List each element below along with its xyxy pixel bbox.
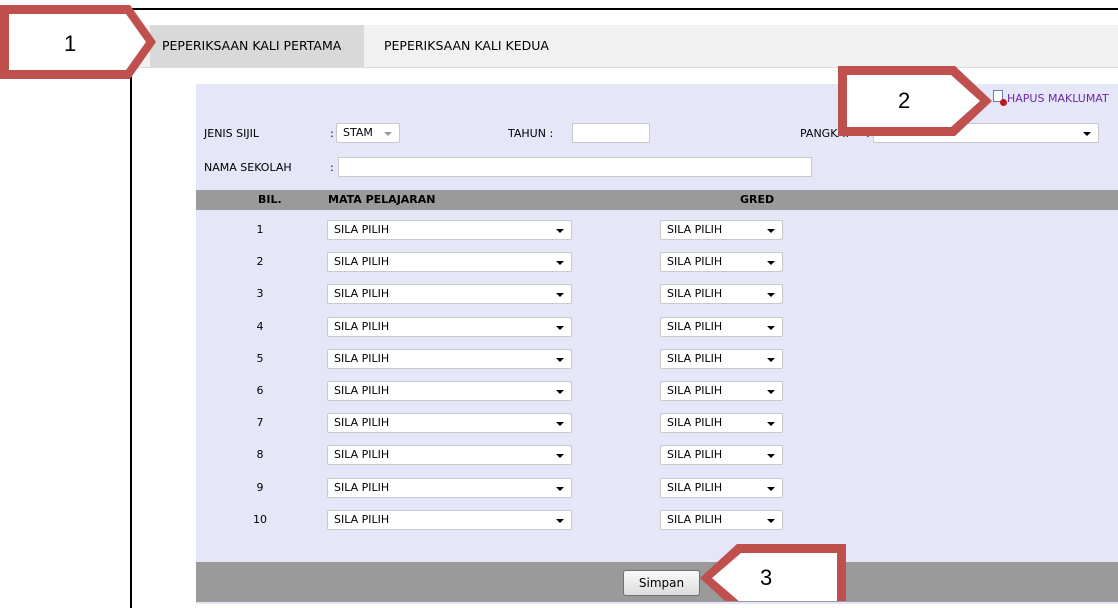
callout-layer <box>0 5 992 601</box>
callout-2 <box>838 66 992 136</box>
callout-number-2: 2 <box>898 88 911 113</box>
callout-1 <box>0 5 156 79</box>
callout-3 <box>700 544 846 601</box>
callout-number-1: 1 <box>64 31 77 56</box>
callout-number-3: 3 <box>760 565 773 590</box>
